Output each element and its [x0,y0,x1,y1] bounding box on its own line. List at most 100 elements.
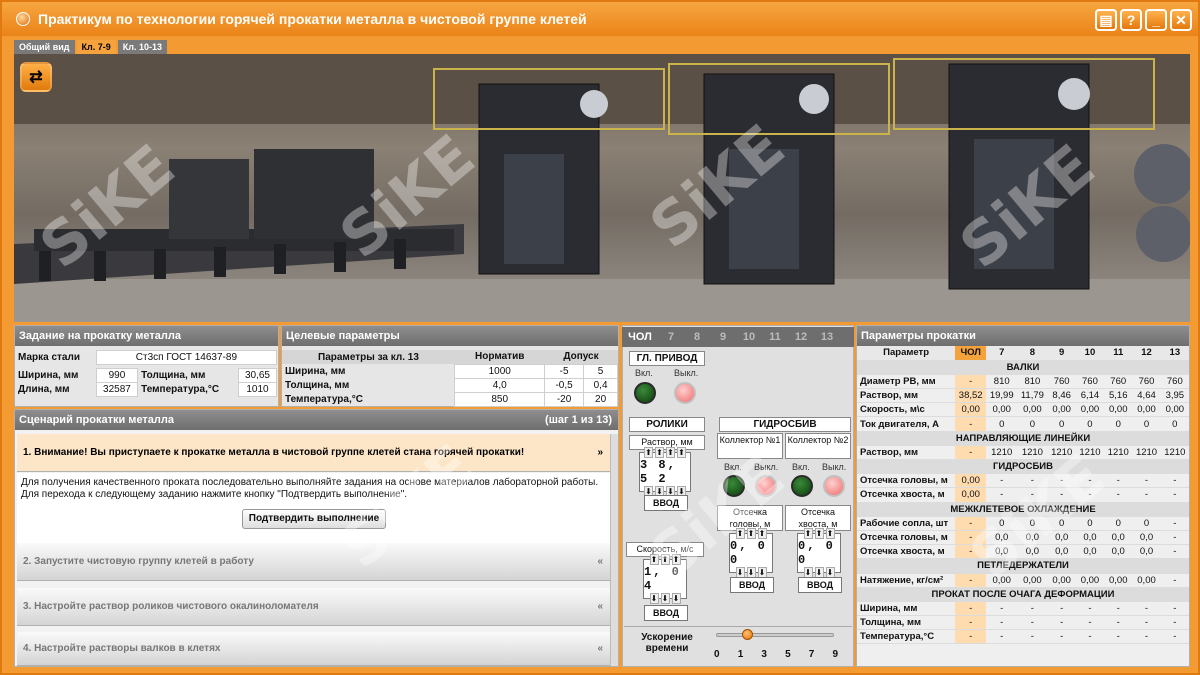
param-value: 810 [986,374,1018,390]
confirm-button[interactable]: Подтвердить выполнение [241,509,387,529]
roller-gap-enter-button[interactable]: ВВОД [644,495,688,511]
param-value: 1210 [1160,445,1189,461]
scenario-step-1[interactable]: 1. Внимание! Вы приступаете к прокатке м… [17,434,611,472]
cut-tail-input[interactable]: ⬆ ⬆ ⬆ 0, 0 0 ⬇ ⬇ ⬇ [797,528,841,578]
target-tol-low: -0,5 [543,377,585,393]
speed-input[interactable]: ⬆ ⬆ ⬆ 1, 0 4 ⬇ ⬇ ⬇ [643,554,687,604]
tab-stand-10[interactable]: 10 [736,331,762,343]
params-col-header: 12 [1132,346,1161,361]
param-value: 1210 [1075,445,1105,461]
collector-2-label: Коллектор №2 [785,433,851,459]
param-value: 0,0 [1047,530,1076,546]
param-value: - [1075,487,1105,503]
param-value: - [955,601,987,617]
param-value: - [1160,473,1189,489]
param-value: - [1160,516,1189,531]
collector-1-on-button[interactable] [723,475,745,497]
param-value: - [1017,487,1048,503]
collector-2-on-label: Вкл. [792,462,810,472]
params-col-header: 10 [1075,346,1105,361]
param-value: 0,00 [986,573,1018,588]
param-value: 0,0 [1132,544,1161,560]
cut-head-enter-button[interactable]: ВВОД [730,577,774,593]
param-value: 0,00 [1160,402,1189,418]
scenario-step-3[interactable]: 3. Настройте раствор роликов чистового о… [17,588,611,626]
table-row: Раствор, мм -1210 1210 1210 1210 1210 1210 1210 [857,445,1189,461]
param-value: - [955,615,987,631]
param-value: - [986,629,1018,645]
speed-enter-button[interactable]: ВВОД [644,605,688,621]
close-button[interactable]: ✕ [1170,9,1192,31]
collector-2-on-button[interactable] [791,475,813,497]
param-value: 0,00 [1075,402,1105,418]
target-norm: 4,0 [454,377,545,393]
window-title: Практикум по технологии горячей прокатки… [38,11,587,27]
collector-1-off-label: Выкл. [754,462,779,472]
scenario-scrollbar[interactable] [610,434,618,666]
minimize-button[interactable]: _ [1145,9,1167,31]
target-name: Ширина, мм [285,365,346,377]
table-row: Ток двигателя, А-0000000 [857,416,1189,432]
scenario-step-4[interactable]: 4. Настройте растворы валков в клетях « [17,632,611,666]
app-window: Практикум по технологии горячей прокатки… [0,0,1200,675]
tab-chol[interactable]: ЧОЛ [622,331,658,343]
param-value: 0 [986,516,1018,531]
targets-col-tol: Допуск [563,351,599,363]
main-drive-on-button[interactable] [634,382,656,404]
param-value: 0,0 [1047,544,1076,560]
rolling-params-panel: Параметры прокатки Параметр ЧОЛ 7 8 9 10 11 12 1… [856,325,1190,667]
tab-stand-12[interactable]: 12 [788,331,814,343]
target-name: Толщина, мм [285,379,350,391]
param-name: Толщина, мм [857,615,956,631]
tab-stands-10-13[interactable]: Кл. 10-13 [117,40,167,54]
tab-stand-13[interactable]: 13 [814,331,840,343]
task-header: Задание на прокатку металла [15,326,278,346]
collector-1-on-label: Вкл. [724,462,742,472]
target-name: Температура,°С [285,393,363,405]
params-section-row: ПРОКАТ ПОСЛЕ ОЧАГА ДЕФОРМАЦИИ [857,587,1189,602]
collector-2-off-button[interactable] [823,475,845,497]
tab-stands-7-9[interactable]: Кл. 7-9 [76,40,116,54]
param-value: 0 [1075,516,1105,531]
param-value: - [1017,473,1048,489]
help-button[interactable]: ? [1120,9,1142,31]
param-value: 4,64 [1132,388,1161,404]
collector-1-off-button[interactable] [755,475,777,497]
tab-stand-8[interactable]: 8 [684,331,710,343]
param-value: 0,0 [1075,530,1105,546]
length-value: 32587 [95,382,139,397]
time-accel-track[interactable] [716,633,834,637]
param-value: - [1160,615,1189,631]
tab-stand-11[interactable]: 11 [762,331,788,343]
params-section-title: ПЕТЛЕДЕРЖАТЕЛИ [857,558,1189,574]
mill-3d-view[interactable]: ⇄ [14,54,1190,322]
tab-stand-7[interactable]: 7 [658,331,684,343]
param-value: 0 [1104,416,1133,432]
tab-overview[interactable]: Общий вид [14,40,75,54]
notes-button[interactable]: ▤ [1095,9,1117,31]
params-col-header: 7 [986,346,1018,361]
target-tol-high: 5 [583,363,618,379]
tab-stand-9[interactable]: 9 [710,331,736,343]
targets-col-norm: Норматив [475,351,525,363]
params-section-row: ГИДРОСБИВ [857,459,1189,475]
table-row: Температура,°С 850 -20 20 [282,391,618,407]
temperature-value: 1010 [237,382,278,397]
param-value: 1210 [1017,445,1048,461]
app-logo-icon [16,12,30,26]
param-value: - [1104,629,1133,645]
target-tol-high: 20 [583,391,618,407]
param-value: 0,0 [1104,530,1133,546]
transport-toggle-button[interactable]: ⇄ [20,62,52,92]
param-value: - [1160,530,1189,546]
scenario-step-2[interactable]: 2. Запустите чистовую группу клетей в ра… [17,543,611,581]
roller-gap-input[interactable]: ⬆ ⬆ ⬆ ⬆ 3 8, 5 2 ⬇ ⬇ ⬇ ⬇ [639,447,691,497]
cut-head-input[interactable]: ⬆ ⬆ ⬆ 0, 0 0 ⬇ ⬇ ⬇ [729,528,773,578]
target-tol-low: -5 [543,363,585,379]
time-accel-slider[interactable] [741,629,753,640]
title-bar: Практикум по технологии горячей прокатки… [2,2,1198,36]
cut-tail-enter-button[interactable]: ВВОД [798,577,842,593]
main-drive-off-button[interactable] [674,382,696,404]
params-section-row: МЕЖКЛЕТЕВОЕ ОХЛАЖДЕНИЕ [857,502,1189,517]
steel-grade-label: Марка стали [18,352,80,363]
